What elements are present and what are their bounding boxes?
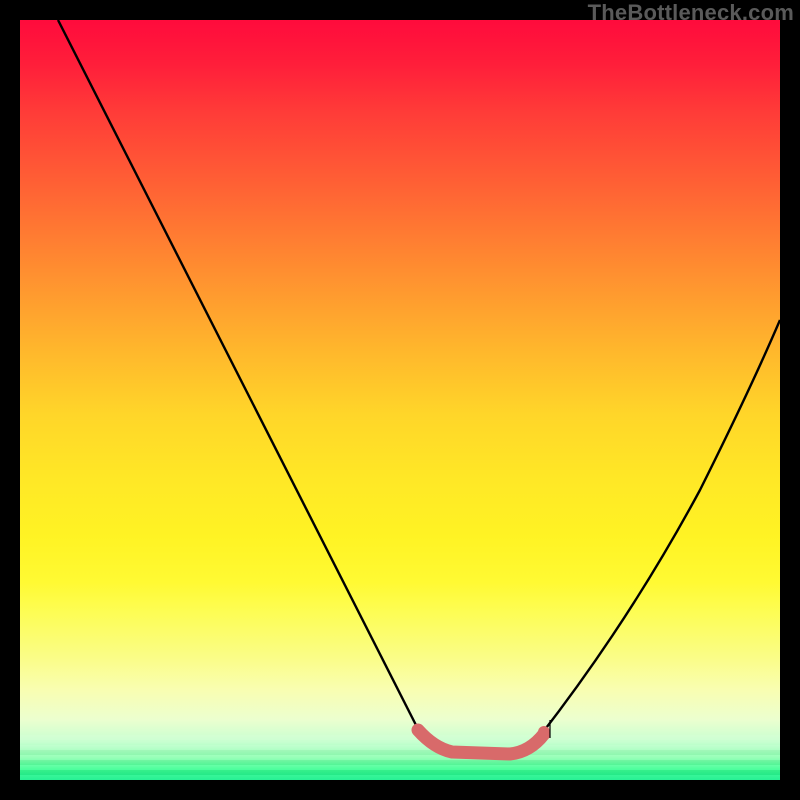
optimal-region-marker — [418, 730, 544, 754]
plot-area — [20, 20, 780, 780]
optimal-marker-dot-right — [538, 726, 550, 738]
chart-frame: TheBottleneck.com — [0, 0, 800, 800]
curve-right — [540, 320, 780, 736]
curve-left — [58, 20, 420, 733]
curve-svg — [20, 20, 780, 780]
